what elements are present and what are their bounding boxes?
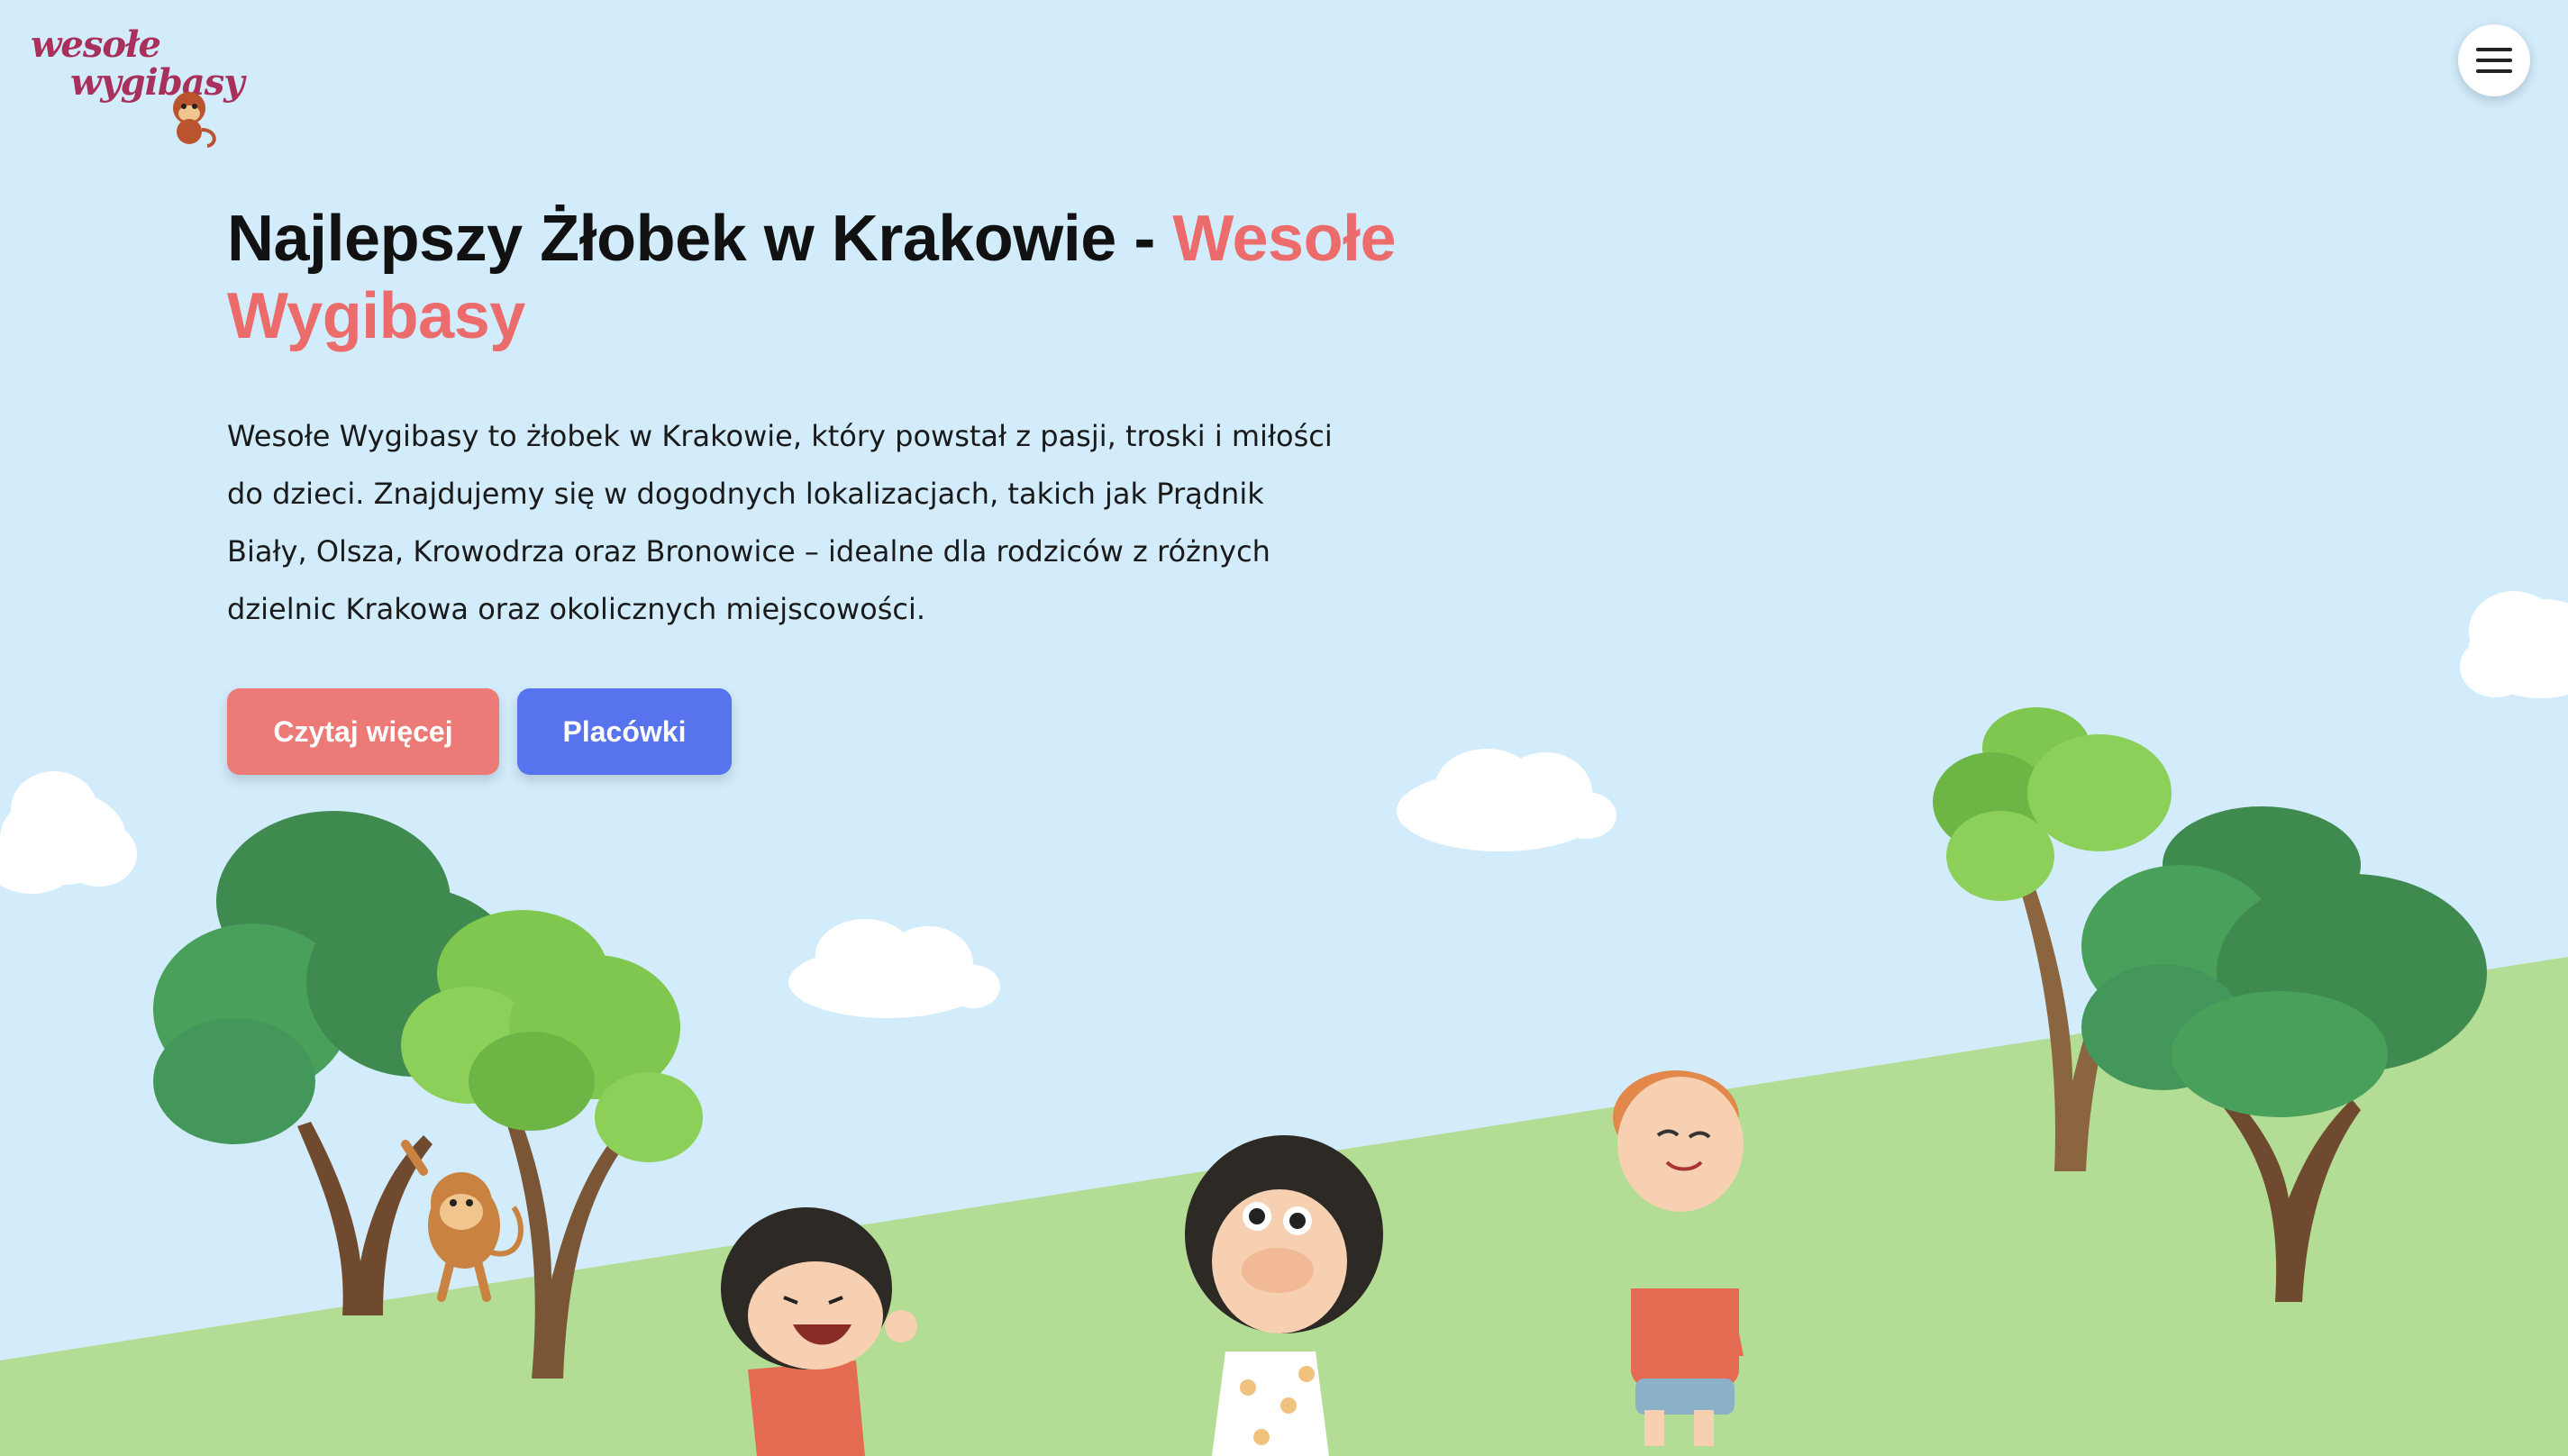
menu-button[interactable] xyxy=(2458,24,2530,96)
page-title: Najlepszy Żłobek w Krakowie - Wesołe Wyg… xyxy=(227,200,1434,355)
cloud-middle-small xyxy=(788,919,1000,1018)
page-title-main: Najlepszy Żłobek w Krakowie - xyxy=(227,203,1173,275)
locations-button[interactable]: Placówki xyxy=(517,688,732,775)
hamburger-menu-icon xyxy=(2476,48,2512,73)
cloud-right xyxy=(2460,591,2568,698)
hero-section: Najlepszy Żłobek w Krakowie - Wesołe Wyg… xyxy=(227,200,1434,775)
read-more-button[interactable]: Czytaj więcej xyxy=(227,688,499,775)
cloud-left xyxy=(0,771,137,894)
hero-description: Wesołe Wygibasy to żłobek w Krakowie, kt… xyxy=(227,419,1333,626)
page: wesołe wygibasy Najlepszy Żłobek w Krako… xyxy=(0,0,2568,1456)
hero-buttons: Czytaj więcej Placówki xyxy=(227,688,1434,775)
monkey-illustration xyxy=(401,1140,524,1302)
logo[interactable]: wesołe wygibasy xyxy=(27,18,244,148)
logo-text-line1: wesołe xyxy=(31,23,161,66)
monkey-logo-icon xyxy=(173,92,216,148)
